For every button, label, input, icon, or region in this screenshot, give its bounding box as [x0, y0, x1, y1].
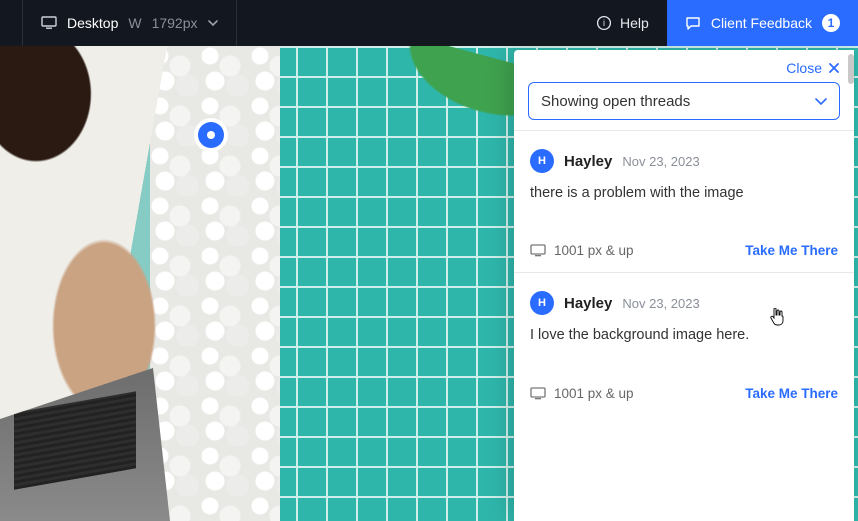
close-icon	[828, 62, 840, 74]
feedback-label: Client Feedback	[711, 15, 812, 31]
width-value: 1792px	[152, 15, 198, 31]
thread-list: H Hayley Nov 23, 2023 there is a problem…	[514, 130, 854, 521]
help-button[interactable]: i Help	[578, 0, 667, 46]
feedback-count-badge: 1	[822, 14, 840, 32]
avatar: H	[530, 291, 554, 315]
breakpoint-selector[interactable]: Desktop W 1792px	[22, 0, 237, 46]
app-root: Desktop W 1792px i Help Client Feedback …	[0, 0, 858, 521]
thread-item[interactable]: H Hayley Nov 23, 2023 I love the backgro…	[514, 272, 854, 414]
thread-header: H Hayley Nov 23, 2023	[530, 149, 838, 173]
thread-date: Nov 23, 2023	[622, 296, 699, 311]
avatar: H	[530, 149, 554, 173]
person-hair	[0, 46, 120, 206]
thread-footer: 1001 px & up Take Me There	[530, 243, 838, 258]
svg-text:i: i	[603, 18, 605, 28]
chevron-down-icon	[815, 98, 827, 105]
breakpoint-text: 1001 px & up	[554, 386, 634, 401]
breakpoint-indicator: 1001 px & up	[530, 386, 634, 401]
client-feedback-button[interactable]: Client Feedback 1	[667, 0, 858, 46]
thread-author: Hayley	[564, 153, 612, 170]
breakpoint-text: 1001 px & up	[554, 243, 634, 258]
scrollbar-thumb[interactable]	[848, 54, 854, 84]
close-label: Close	[786, 60, 822, 76]
thread-message: there is a problem with the image	[530, 183, 838, 203]
design-canvas[interactable]: Close Showing open threads H Hayley	[0, 46, 858, 521]
desktop-icon	[41, 16, 57, 30]
thread-message: I love the background image here.	[530, 325, 838, 345]
thread-item[interactable]: H Hayley Nov 23, 2023 there is a problem…	[514, 130, 854, 272]
thread-author: Hayley	[564, 295, 612, 312]
thread-header: H Hayley Nov 23, 2023	[530, 291, 838, 315]
feedback-marker[interactable]	[198, 122, 224, 148]
chat-icon	[685, 15, 701, 31]
take-me-there-link[interactable]: Take Me There	[745, 243, 838, 258]
device-label: Desktop	[67, 15, 118, 31]
desktop-icon	[530, 244, 546, 257]
panel-header: Close	[514, 50, 854, 82]
help-label: Help	[620, 15, 649, 31]
close-button[interactable]: Close	[786, 60, 840, 76]
help-icon: i	[596, 15, 612, 31]
thread-footer: 1001 px & up Take Me There	[530, 386, 838, 401]
feedback-panel: Close Showing open threads H Hayley	[514, 50, 854, 521]
filter-label: Showing open threads	[541, 93, 690, 110]
thread-filter-dropdown[interactable]: Showing open threads	[528, 82, 840, 120]
breakpoint-indicator: 1001 px & up	[530, 243, 634, 258]
chevron-down-icon	[208, 20, 218, 26]
desktop-icon	[530, 387, 546, 400]
thread-date: Nov 23, 2023	[622, 154, 699, 169]
take-me-there-link[interactable]: Take Me There	[745, 386, 838, 401]
top-toolbar: Desktop W 1792px i Help Client Feedback …	[0, 0, 858, 46]
width-prefix: W	[128, 15, 141, 31]
